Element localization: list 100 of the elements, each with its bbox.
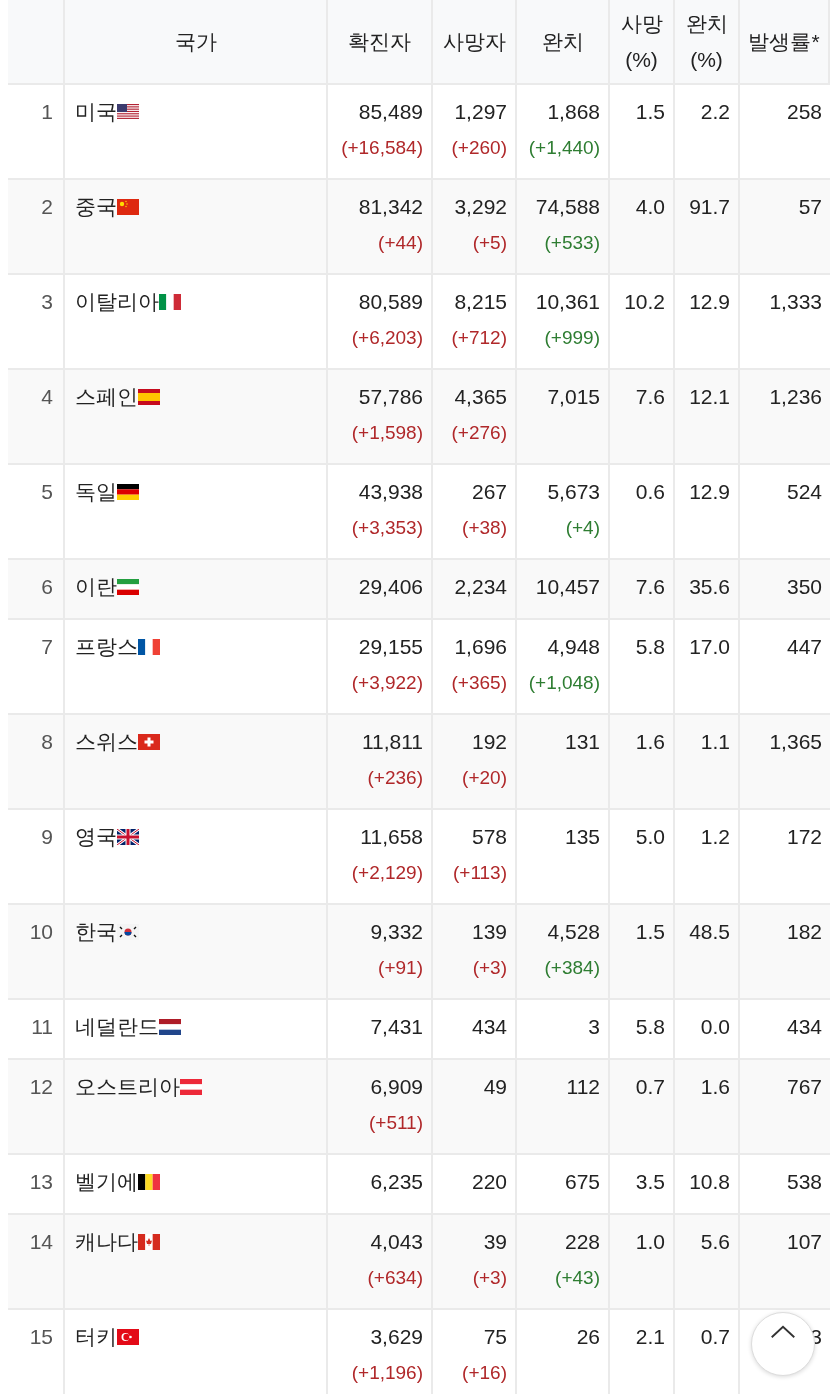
recovery-rate: 17.0 (689, 634, 730, 660)
death-change: (+5) (472, 231, 507, 255)
death-rate: 5.8 (635, 1014, 665, 1040)
flag-icon (117, 104, 139, 120)
recovered-change: (+533) (544, 231, 600, 255)
recovery-rate: 10.8 (689, 1169, 730, 1195)
flag-icon (117, 484, 139, 500)
death-change: (+276) (451, 421, 507, 445)
recovered-count: 131 (564, 729, 600, 755)
confirmed-change: (+2,129) (351, 861, 423, 885)
recovery-rate: 2.2 (700, 99, 730, 125)
recovery-rate: 12.9 (689, 479, 730, 505)
confirmed-count: 11,811 (361, 729, 423, 755)
confirmed-change: (+91) (378, 956, 423, 980)
rank-cell: 11 (8, 1000, 65, 1060)
death-change: (+113) (452, 861, 507, 885)
recovered-count: 1,868 (547, 99, 600, 125)
incidence-rate: 447 (786, 634, 822, 660)
recovered-count: 675 (564, 1169, 600, 1195)
rank-cell: 7 (8, 620, 65, 715)
flag-icon (159, 1019, 181, 1035)
death-count: 8,215 (454, 289, 507, 315)
column-header: 확진자 (328, 0, 433, 85)
incidence-rate: 182 (786, 919, 822, 945)
death-count: 4,365 (454, 384, 507, 410)
rank-cell: 5 (8, 465, 65, 560)
death-rate: 3.5 (635, 1169, 665, 1195)
incidence-rate: 107 (786, 1229, 822, 1255)
incidence-rate: 57 (798, 194, 822, 220)
recovery-rate: 12.1 (689, 384, 730, 410)
death-count: 267 (471, 479, 507, 505)
recovered-count: 4,528 (547, 919, 600, 945)
confirmed-count: 57,786 (358, 384, 423, 410)
confirmed-change: (+236) (367, 766, 423, 790)
recovered-count: 26 (576, 1324, 600, 1350)
death-rate: 5.8 (635, 634, 665, 660)
death-rate: 7.6 (635, 574, 665, 600)
flag-icon (117, 924, 139, 940)
death-rate: 7.6 (635, 384, 665, 410)
recovery-rate: 48.5 (689, 919, 730, 945)
confirmed-count: 85,489 (358, 99, 423, 125)
recovered-count: 5,673 (547, 479, 600, 505)
flag-icon (138, 389, 160, 405)
column-header: 완치 (517, 0, 610, 85)
confirmed-count: 7,431 (370, 1014, 423, 1040)
flag-icon (159, 294, 181, 310)
country-name: 한국 (75, 919, 117, 945)
death-rate: 0.6 (635, 479, 665, 505)
confirmed-change: (+1,598) (351, 421, 423, 445)
death-count: 49 (483, 1074, 507, 1100)
death-change: (+365) (451, 671, 507, 695)
death-count: 139 (471, 919, 507, 945)
recovered-count: 10,457 (535, 574, 600, 600)
death-rate: 1.6 (635, 729, 665, 755)
country-name: 스페인 (75, 384, 138, 410)
death-change: (+712) (451, 326, 507, 350)
recovery-rate: 1.2 (700, 824, 730, 850)
recovered-count: 3 (588, 1014, 600, 1040)
death-rate: 1.5 (635, 99, 665, 125)
country-name: 네덜란드 (75, 1014, 159, 1040)
country-name: 미국 (75, 99, 117, 125)
recovery-rate: 91.7 (689, 194, 730, 220)
country-name: 영국 (75, 824, 117, 850)
country-name: 벨기에 (75, 1169, 138, 1195)
confirmed-change: (+511) (368, 1111, 423, 1135)
country-name: 캐나다 (75, 1229, 138, 1255)
death-rate: 0.7 (635, 1074, 665, 1100)
recovery-rate: 5.6 (700, 1229, 730, 1255)
incidence-rate: 524 (786, 479, 822, 505)
incidence-rate: 538 (786, 1169, 822, 1195)
death-count: 220 (471, 1169, 507, 1195)
death-count: 192 (471, 729, 507, 755)
rank-cell: 12 (8, 1060, 65, 1155)
incidence-rate: 172 (786, 824, 822, 850)
flag-icon (138, 734, 160, 750)
country-name: 이탈리아 (75, 289, 159, 315)
confirmed-change: (+3,353) (351, 516, 423, 540)
recovered-change: (+384) (544, 956, 600, 980)
death-count: 578 (471, 824, 507, 850)
rank-cell: 3 (8, 275, 65, 370)
death-rate: 4.0 (635, 194, 665, 220)
confirmed-count: 9,332 (370, 919, 423, 945)
recovered-count: 112 (566, 1074, 600, 1100)
death-rate: 5.0 (635, 824, 665, 850)
confirmed-change: (+6,203) (351, 326, 423, 350)
confirmed-count: 29,406 (358, 574, 423, 600)
incidence-rate: 434 (786, 1014, 822, 1040)
death-change: (+38) (462, 516, 507, 540)
rank-cell: 14 (8, 1215, 65, 1310)
recovery-rate: 1.1 (700, 729, 730, 755)
country-name: 독일 (75, 479, 117, 505)
country-name: 터키 (75, 1324, 117, 1350)
incidence-rate: 1,365 (769, 729, 822, 755)
flag-icon (117, 579, 139, 595)
death-rate: 10.2 (624, 289, 665, 315)
death-rate: 1.5 (635, 919, 665, 945)
recovery-rate: 1.6 (700, 1074, 730, 1100)
flag-icon (117, 1329, 139, 1345)
death-count: 39 (483, 1229, 507, 1255)
confirmed-count: 6,909 (370, 1074, 423, 1100)
